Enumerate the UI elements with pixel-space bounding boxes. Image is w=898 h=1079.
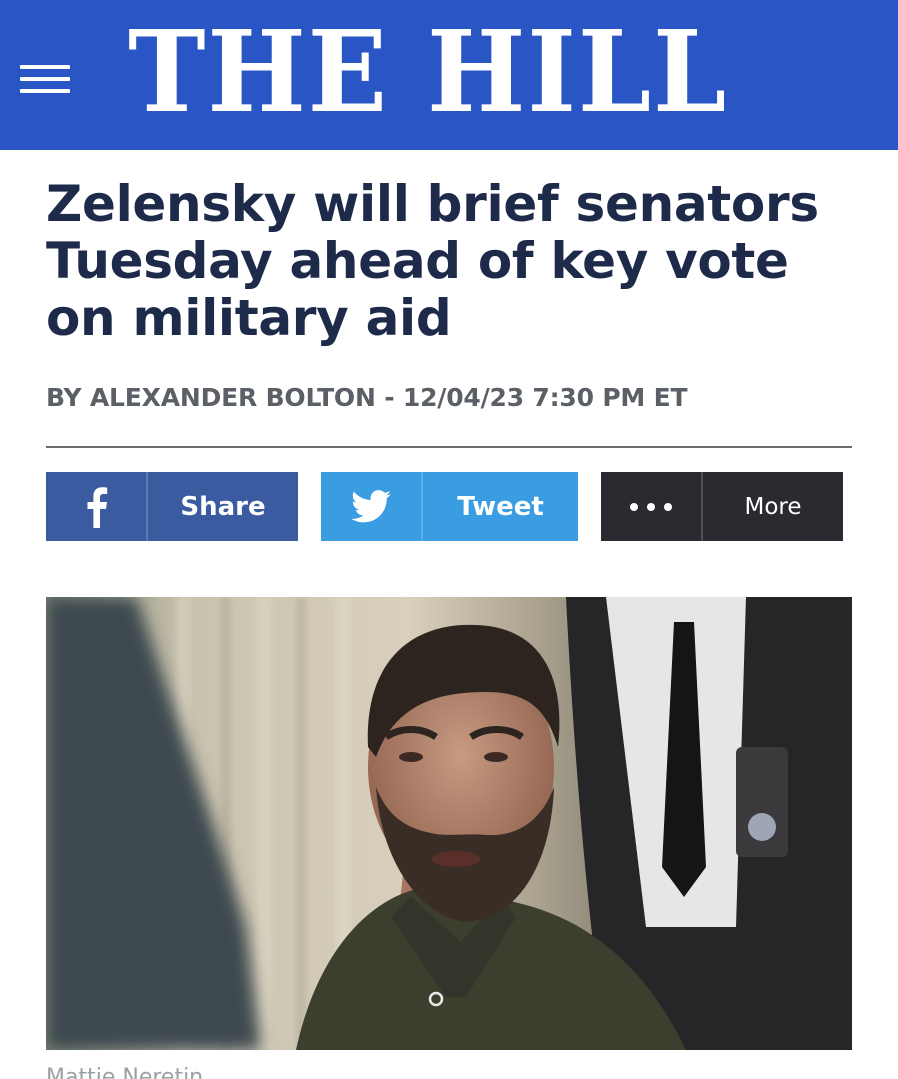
site-logo[interactable]: THE HILL	[128, 17, 733, 129]
facebook-share-button[interactable]: Share	[46, 472, 298, 541]
photo-credit: Mattie Neretin	[46, 1065, 204, 1079]
article-byline: BY ALEXANDER BOLTON - 12/04/23 7:30 PM E…	[46, 383, 688, 412]
hamburger-menu-icon[interactable]	[20, 63, 70, 95]
facebook-icon	[46, 472, 148, 541]
twitter-share-button[interactable]: Tweet	[321, 472, 578, 541]
article-headline: Zelensky will brief senators Tuesday ahe…	[46, 175, 819, 347]
site-header: THE HILL	[0, 0, 898, 150]
twitter-bird-icon	[321, 472, 423, 541]
more-share-button[interactable]: More	[601, 472, 843, 541]
more-share-label: More	[744, 493, 802, 520]
article-photo-illustration	[46, 597, 852, 1050]
article-photo[interactable]	[46, 597, 852, 1050]
divider	[46, 446, 852, 448]
ellipsis-icon	[601, 472, 703, 541]
article-page: THE HILL Zelensky will brief senators Tu…	[0, 0, 898, 1079]
twitter-share-label: Tweet	[457, 491, 544, 522]
facebook-share-label: Share	[180, 491, 266, 522]
